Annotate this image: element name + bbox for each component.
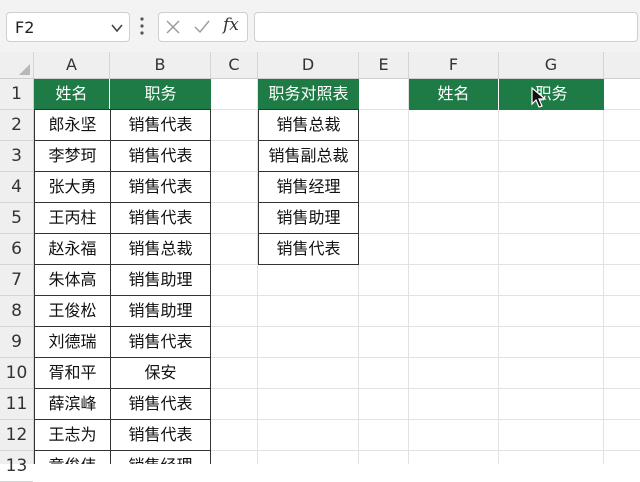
title-cell[interactable]: 销售代表 xyxy=(110,171,211,203)
name-cell[interactable]: 胥和平 xyxy=(34,357,111,389)
row-header[interactable]: 12 xyxy=(0,420,33,451)
name-cell[interactable]: 王丙柱 xyxy=(34,202,111,234)
row-header[interactable]: 8 xyxy=(0,296,33,327)
formula-bar: F2 fx xyxy=(0,0,640,52)
row-header-column: 1 2 3 4 5 6 7 8 9 10 11 12 13 xyxy=(0,79,34,482)
row-header[interactable]: 4 xyxy=(0,172,33,203)
column-header-row: A B C D E F G xyxy=(0,52,640,79)
formula-controls: fx xyxy=(158,12,248,42)
name-cell[interactable]: 薛滨峰 xyxy=(34,388,111,420)
spreadsheet-grid[interactable]: 姓名 职务 郎永坚 销售代表 李梦珂 销售代表 张大勇 销售代表 王丙柱 销售代… xyxy=(34,79,640,464)
cancel-icon[interactable] xyxy=(165,19,181,39)
row-header[interactable]: 13 xyxy=(0,451,33,482)
name-box-value: F2 xyxy=(15,18,35,37)
lookup-item-cell[interactable]: 销售经理 xyxy=(258,171,359,203)
insert-function-icon[interactable]: fx xyxy=(223,15,239,35)
column-header-d[interactable]: D xyxy=(258,52,359,78)
row-header[interactable]: 7 xyxy=(0,265,33,296)
title-cell[interactable]: 保安 xyxy=(110,357,211,389)
row-header[interactable]: 6 xyxy=(0,234,33,265)
lookup-item-cell[interactable]: 销售代表 xyxy=(258,233,359,265)
result-header-name-cell[interactable]: 姓名 xyxy=(409,79,499,110)
row-header[interactable]: 5 xyxy=(0,203,33,234)
row-header[interactable]: 3 xyxy=(0,141,33,172)
column-header-f[interactable]: F xyxy=(409,52,499,78)
title-cell[interactable]: 销售代表 xyxy=(110,326,211,358)
select-all-corner[interactable] xyxy=(0,52,34,78)
column-header-g[interactable]: G xyxy=(499,52,604,78)
column-header-h[interactable] xyxy=(604,52,640,78)
column-header-c[interactable]: C xyxy=(211,52,258,78)
title-cell[interactable]: 销售经理 xyxy=(110,450,211,464)
name-cell[interactable]: 李梦珂 xyxy=(34,140,111,172)
lookup-item-cell[interactable]: 销售副总裁 xyxy=(258,140,359,172)
title-cell[interactable]: 销售代表 xyxy=(110,109,211,141)
column-header-b[interactable]: B xyxy=(110,52,211,78)
name-box[interactable]: F2 xyxy=(6,12,130,42)
result-header-title-cell[interactable]: 职务 xyxy=(499,79,604,110)
name-cell[interactable]: 郎永坚 xyxy=(34,109,111,141)
header-title-cell[interactable]: 职务 xyxy=(110,79,211,110)
name-cell[interactable]: 张大勇 xyxy=(34,171,111,203)
lookup-item-cell[interactable]: 销售总裁 xyxy=(258,109,359,141)
lookup-header-cell[interactable]: 职务对照表 xyxy=(258,79,359,110)
title-cell[interactable]: 销售助理 xyxy=(110,264,211,296)
column-header-a[interactable]: A xyxy=(34,52,110,78)
name-cell[interactable]: 王志为 xyxy=(34,419,111,451)
formula-input[interactable] xyxy=(254,12,638,42)
more-options-icon[interactable] xyxy=(139,15,145,41)
title-cell[interactable]: 销售代表 xyxy=(110,388,211,420)
lookup-item-cell[interactable]: 销售助理 xyxy=(258,202,359,234)
name-cell[interactable]: 王俊松 xyxy=(34,295,111,327)
row-header[interactable]: 2 xyxy=(0,110,33,141)
chevron-down-icon[interactable] xyxy=(110,20,124,39)
name-cell[interactable]: 章俊伟 xyxy=(34,450,111,464)
title-cell[interactable]: 销售总裁 xyxy=(110,233,211,265)
title-cell[interactable]: 销售代表 xyxy=(110,202,211,234)
name-cell[interactable]: 赵永福 xyxy=(34,233,111,265)
title-cell[interactable]: 销售代表 xyxy=(110,419,211,451)
row-header[interactable]: 9 xyxy=(0,327,33,358)
title-cell[interactable]: 销售代表 xyxy=(110,140,211,172)
header-name-cell[interactable]: 姓名 xyxy=(34,79,110,110)
mouse-cursor-icon xyxy=(531,86,547,113)
row-header[interactable]: 11 xyxy=(0,389,33,420)
name-cell[interactable]: 刘德瑞 xyxy=(34,326,111,358)
confirm-icon[interactable] xyxy=(193,19,211,39)
column-header-e[interactable]: E xyxy=(359,52,409,78)
row-header[interactable]: 10 xyxy=(0,358,33,389)
name-cell[interactable]: 朱体高 xyxy=(34,264,111,296)
row-header[interactable]: 1 xyxy=(0,79,33,110)
title-cell[interactable]: 销售助理 xyxy=(110,295,211,327)
